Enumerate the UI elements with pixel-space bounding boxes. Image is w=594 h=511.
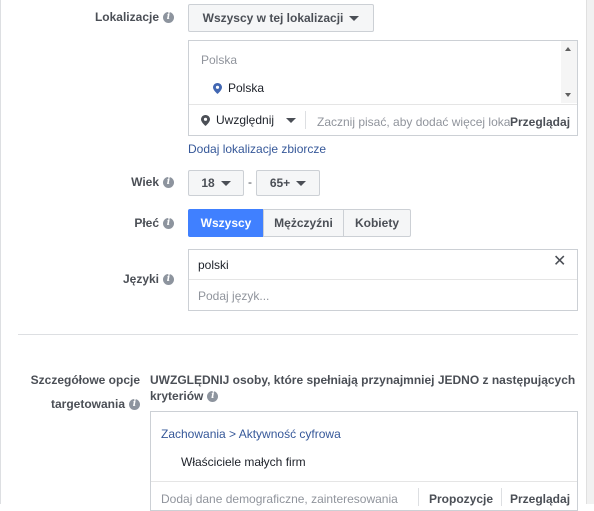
caret-down-icon [286, 117, 297, 123]
caret-down-icon [220, 180, 231, 186]
info-icon: i [207, 390, 219, 402]
location-pin-icon [213, 82, 222, 94]
targeting-separator-2 [501, 488, 502, 506]
age-label: Wiek i [131, 175, 174, 189]
targeting-description: UWZGLĘDNIJ osoby, które spełniają przyna… [150, 373, 576, 403]
caret-down-icon [296, 180, 307, 186]
location-box: Polska Polska Uwzględnij Zacznij pisać, … [188, 40, 578, 136]
location-pin-icon [201, 114, 210, 126]
page-scrollbar[interactable] [586, 0, 594, 504]
gender-men-button[interactable]: Mężczyźni [263, 209, 344, 237]
location-divider [189, 104, 577, 105]
include-separator [305, 111, 306, 129]
age-min-dropdown[interactable]: 18 [188, 170, 244, 196]
gender-women-button[interactable]: Kobiety [343, 209, 411, 237]
info-icon: i [163, 217, 174, 229]
location-selected-item[interactable]: Polska [213, 81, 264, 95]
caret-down-icon [349, 15, 360, 21]
include-dropdown[interactable]: Uwzględnij [201, 113, 297, 127]
targeting-separator-1 [418, 488, 419, 506]
targeting-divider [151, 481, 577, 482]
languages-divider [189, 279, 577, 280]
age-separator: - [248, 175, 252, 189]
section-divider [18, 334, 578, 335]
location-label: Lokalizacje i [95, 10, 174, 24]
location-audience-dropdown[interactable]: Wszyscy w tej lokalizacji [188, 4, 374, 32]
location-search-input[interactable]: Zacznij pisać, aby dodać więcej lokaliza… [317, 115, 513, 129]
remove-language-close-icon[interactable]: ✕ [553, 254, 566, 270]
location-browse-button[interactable]: Przeglądaj [510, 115, 571, 129]
info-icon: i [129, 398, 140, 410]
location-group-header: Polska [201, 53, 238, 67]
targeting-selected-item: Właściciele małych firm [181, 455, 306, 469]
info-icon: i [163, 176, 174, 188]
detailed-targeting-label: Szczegółowe opcje targetowania i [30, 373, 140, 411]
language-search-input[interactable]: Podaj język... [198, 289, 269, 303]
gender-label: Płeć i [134, 216, 174, 230]
scroll-down-icon[interactable] [565, 93, 571, 97]
scroll-up-icon[interactable] [565, 47, 571, 51]
bulk-locations-link[interactable]: Dodaj lokalizacje zbiorcze [188, 142, 326, 156]
info-icon: i [163, 273, 174, 285]
language-selected-item: polski [198, 258, 229, 272]
location-list-scrollbar[interactable] [561, 41, 577, 103]
age-max-dropdown[interactable]: 65+ [256, 170, 320, 196]
targeting-box: Zachowania > Aktywność cyfrowa Właścicie… [150, 411, 578, 511]
languages-label: Języki i [123, 272, 174, 286]
gender-all-button[interactable]: Wszyscy [188, 209, 264, 237]
targeting-breadcrumb[interactable]: Zachowania > Aktywność cyfrowa [161, 427, 341, 441]
languages-box: polski ✕ Podaj język... [188, 249, 578, 311]
info-icon: i [163, 11, 174, 23]
page-left-border [0, 0, 1, 504]
